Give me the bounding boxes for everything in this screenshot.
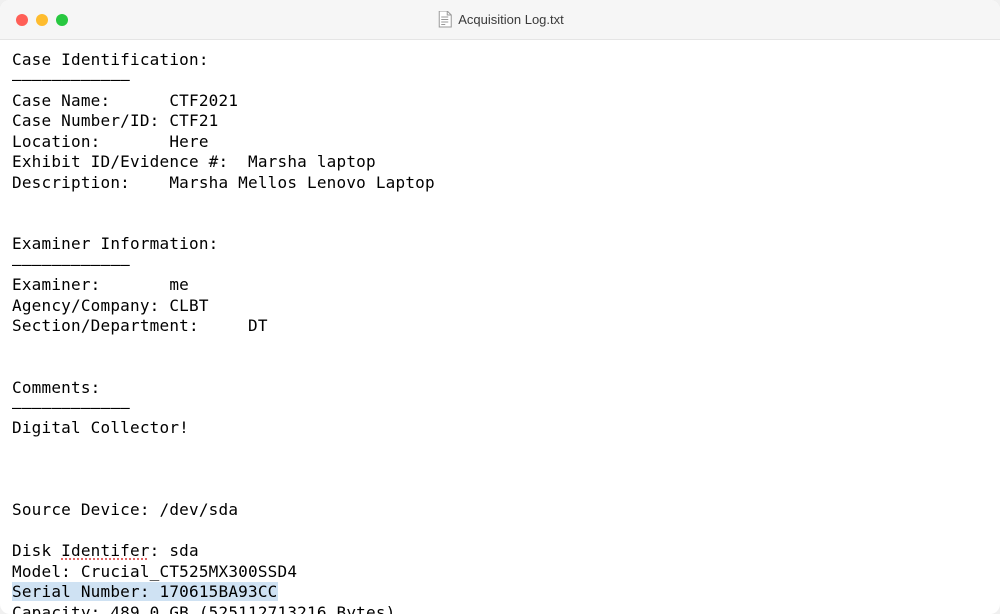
text-file-icon (436, 12, 452, 28)
titlebar: Acquisition Log.txt (0, 0, 1000, 40)
description-value: Marsha Mellos Lenovo Laptop (169, 173, 435, 192)
comments-divider: ———————————— (12, 398, 130, 417)
maximize-icon[interactable] (56, 14, 68, 26)
exhibit-label: Exhibit ID/Evidence #: (12, 152, 248, 171)
disk-id-spellcheck: Identifer (61, 541, 150, 560)
case-name-value: CTF2021 (169, 91, 238, 110)
location-value: Here (169, 132, 208, 151)
window-title: Acquisition Log.txt (458, 12, 564, 27)
agency-value: CLBT (169, 296, 208, 315)
comments-value: Digital Collector! (12, 418, 189, 437)
source-device-value: /dev/sda (160, 500, 239, 519)
case-id-divider: ———————————— (12, 70, 130, 89)
comments-header: Comments: (12, 378, 101, 397)
section-value: DT (248, 316, 268, 335)
capacity-value: 489.0 GB (525112713216 Bytes) (110, 603, 395, 614)
exhibit-value: Marsha laptop (248, 152, 376, 171)
traffic-lights (16, 14, 68, 26)
serial-label: Serial Number: (12, 582, 160, 601)
case-number-value: CTF21 (169, 111, 218, 130)
disk-id-label-2: : (150, 541, 170, 560)
capacity-label: Capacity: (12, 603, 110, 614)
examiner-label: Examiner: (12, 275, 169, 294)
location-label: Location: (12, 132, 169, 151)
model-label: Model: (12, 562, 81, 581)
serial-line-highlighted: Serial Number: 170615BA93CC (12, 582, 278, 601)
agency-label: Agency/Company: (12, 296, 169, 315)
serial-value: 170615BA93CC (160, 582, 278, 601)
source-device-label: Source Device: (12, 500, 160, 519)
case-number-label: Case Number/ID: (12, 111, 169, 130)
section-label: Section/Department: (12, 316, 248, 335)
examiner-info-divider: ———————————— (12, 255, 130, 274)
case-name-label: Case Name: (12, 91, 169, 110)
window: Acquisition Log.txt Case Identification:… (0, 0, 1000, 614)
close-icon[interactable] (16, 14, 28, 26)
description-label: Description: (12, 173, 169, 192)
examiner-info-header: Examiner Information: (12, 234, 219, 253)
model-value: Crucial_CT525MX300SSD4 (81, 562, 297, 581)
disk-id-label-1: Disk (12, 541, 61, 560)
minimize-icon[interactable] (36, 14, 48, 26)
disk-id-value: sda (169, 541, 199, 560)
text-content[interactable]: Case Identification: ———————————— Case N… (0, 40, 1000, 614)
window-title-container: Acquisition Log.txt (436, 12, 564, 28)
case-id-header: Case Identification: (12, 50, 209, 69)
examiner-value: me (169, 275, 189, 294)
